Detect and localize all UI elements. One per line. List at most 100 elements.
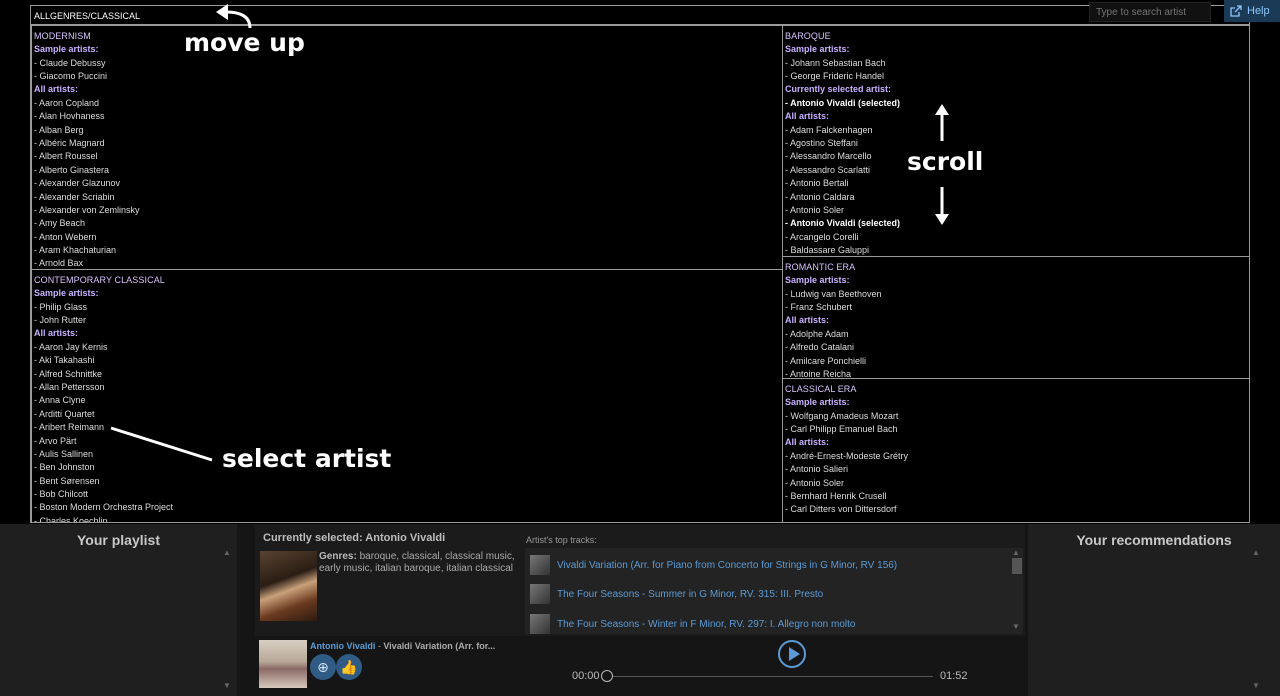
help-label[interactable]: Help — [1247, 5, 1270, 17]
sample-artists-label: Sample artists: — [785, 275, 850, 285]
genre-title[interactable]: MODERNISM — [34, 31, 782, 41]
artist-item[interactable]: - Aaron Jay Kernis — [34, 341, 782, 354]
selected-artist-item[interactable]: - Antonio Vivaldi (selected) — [785, 97, 1249, 110]
artist-item[interactable]: - Antonio Soler — [785, 477, 1249, 490]
artist-item[interactable]: - Carl Philipp Emanuel Bach — [785, 423, 1249, 436]
track-item[interactable]: The Four Seasons - Winter in F Minor, RV… — [530, 614, 855, 634]
selected-artist-item[interactable]: - Antonio Vivaldi (selected) — [785, 217, 1249, 230]
artist-item[interactable]: - Giacomo Puccini — [34, 70, 782, 83]
artist-item[interactable]: - Philip Glass — [34, 301, 782, 314]
chevron-up-icon[interactable]: ▲ — [1012, 548, 1020, 557]
genre-cell-baroque[interactable]: BAROQUE Sample artists: - Johann Sebastia… — [782, 25, 1250, 257]
artist-item[interactable]: - Alexander Glazunov — [34, 177, 782, 190]
track-thumbnail — [530, 614, 550, 634]
artist-item[interactable]: - Antonio Bertali — [785, 177, 1249, 190]
scroll-up-arrow-icon — [935, 104, 949, 141]
chevron-up-icon[interactable]: ▲ — [223, 548, 231, 557]
artist-item[interactable]: - Franz Schubert — [785, 301, 1249, 314]
seek-handle[interactable] — [601, 670, 613, 682]
genre-title[interactable]: ROMANTIC ERA — [785, 262, 1249, 272]
artist-item[interactable]: - Alfredo Catalani — [785, 341, 1249, 354]
artist-item[interactable]: - Anna Clyne — [34, 394, 782, 407]
artist-item[interactable]: - John Rutter — [34, 314, 782, 327]
artist-item[interactable]: - Johann Sebastian Bach — [785, 57, 1249, 70]
artist-item[interactable]: - Alexander von Zemlinsky — [34, 204, 782, 217]
artist-item[interactable]: - André-Ernest-Modeste Grétry — [785, 450, 1249, 463]
artist-item[interactable]: - Anton Webern — [34, 231, 782, 244]
genre-cell-romantic-era[interactable]: ROMANTIC ERA Sample artists: - Ludwig van… — [782, 256, 1250, 379]
artist-item[interactable]: - Alban Berg — [34, 124, 782, 137]
artist-item[interactable]: - Amilcare Ponchielli — [785, 355, 1249, 368]
artist-item[interactable]: - Arditti Quartet — [34, 408, 782, 421]
chevron-down-icon[interactable]: ▼ — [223, 681, 231, 690]
artist-item[interactable]: - Carl Ditters von Dittersdorf — [785, 503, 1249, 516]
artist-item[interactable]: - Alan Hovhaness — [34, 110, 782, 123]
artist-item[interactable]: - Adam Falckenhagen — [785, 124, 1249, 137]
artist-item[interactable]: - Aki Takahashi — [34, 354, 782, 367]
artist-item[interactable]: - Amy Beach — [34, 217, 782, 230]
artist-item[interactable]: - Arcangelo Corelli — [785, 231, 1249, 244]
album-cover — [259, 640, 307, 688]
artist-item[interactable]: - Charles Koechlin — [34, 515, 782, 522]
artist-item[interactable]: - Ludwig van Beethoven — [785, 288, 1249, 301]
chevron-down-icon[interactable]: ▼ — [1252, 681, 1260, 690]
artist-item[interactable]: - Boston Modern Orchestra Project — [34, 501, 782, 514]
top-tracks-label: Artist's top tracks: — [526, 535, 597, 545]
help-button[interactable]: Help — [1224, 0, 1280, 22]
select-artist-pointer-line — [110, 426, 213, 462]
tracks-scrollbar[interactable]: ▲ ▼ — [1011, 548, 1022, 634]
artist-item[interactable]: - Albéric Magnard — [34, 137, 782, 150]
track-name[interactable]: The Four Seasons - Summer in G Minor, RV… — [557, 589, 823, 600]
artist-item[interactable]: - Aram Khachaturian — [34, 244, 782, 257]
all-artists-label: All artists: — [785, 111, 830, 122]
artist-search-input[interactable] — [1089, 2, 1211, 22]
genre-cell-modernism[interactable]: MODERNISM Sample artists: - Claude Debuss… — [31, 25, 783, 270]
artist-item[interactable]: - Adolphe Adam — [785, 328, 1249, 341]
track-item[interactable]: Vivaldi Variation (Arr. for Piano from C… — [530, 555, 897, 575]
add-to-playlist-button[interactable]: ⊕ — [310, 654, 336, 680]
artist-genres: Genres: baroque, classical, classical mu… — [319, 551, 517, 575]
genre-title[interactable]: CONTEMPORARY CLASSICAL — [34, 275, 782, 285]
artist-item[interactable]: - Alberto Ginastera — [34, 164, 782, 177]
like-button[interactable]: 👍 — [336, 654, 362, 680]
external-link-icon — [1230, 5, 1242, 17]
genre-cell-contemporary-classical[interactable]: CONTEMPORARY CLASSICAL Sample artists: - … — [31, 269, 783, 523]
artist-item[interactable]: - Alessandro Marcello — [785, 150, 1249, 163]
artist-item[interactable]: - Claude Debussy — [34, 57, 782, 70]
artist-item[interactable]: - Bob Chilcott — [34, 488, 782, 501]
artist-item[interactable]: - Antonio Soler — [785, 204, 1249, 217]
track-item[interactable]: The Four Seasons - Summer in G Minor, RV… — [530, 584, 823, 604]
artist-item[interactable]: - Antonio Salieri — [785, 463, 1249, 476]
track-thumbnail — [530, 555, 550, 575]
artist-item[interactable]: - Alessandro Scarlatti — [785, 164, 1249, 177]
now-playing: Antonio Vivaldi - Vivaldi Variation (Arr… — [310, 641, 495, 651]
breadcrumb-label[interactable]: ALLGENRES/CLASSICAL — [34, 11, 140, 21]
chevron-down-icon[interactable]: ▼ — [1012, 622, 1020, 631]
artist-item[interactable]: - Bent Sørensen — [34, 475, 782, 488]
bottom-panel: Your playlist ▲ ▼ Currently selected: An… — [0, 524, 1280, 696]
genre-title[interactable]: BAROQUE — [785, 31, 1249, 41]
scrollbar-thumb[interactable] — [1012, 558, 1022, 574]
seek-bar[interactable] — [603, 676, 933, 677]
now-playing-track: Vivaldi Variation (Arr. for... — [383, 641, 496, 651]
now-playing-artist[interactable]: Antonio Vivaldi — [310, 641, 375, 651]
artist-item[interactable]: - Bernhard Henrik Crusell — [785, 490, 1249, 503]
artist-item[interactable]: - Albert Roussel — [34, 150, 782, 163]
genre-title[interactable]: CLASSICAL ERA — [785, 384, 1249, 394]
recommendations-title: Your recommendations — [1076, 532, 1232, 548]
artist-item[interactable]: - Antonio Caldara — [785, 191, 1249, 204]
artist-list: Sample artists: - Claude Debussy - Giacomo… — [34, 43, 782, 269]
artist-item[interactable]: - Agostino Steffani — [785, 137, 1249, 150]
artist-item[interactable]: - Aaron Copland — [34, 97, 782, 110]
artist-item[interactable]: - Wolfgang Amadeus Mozart — [785, 410, 1249, 423]
chevron-up-icon[interactable]: ▲ — [1252, 548, 1260, 557]
artist-item[interactable]: - George Frideric Handel — [785, 70, 1249, 83]
total-time: 01:52 — [940, 670, 968, 682]
artist-item[interactable]: - Alfred Schnittke — [34, 368, 782, 381]
artist-item[interactable]: - Alexander Scriabin — [34, 191, 782, 204]
track-name[interactable]: Vivaldi Variation (Arr. for Piano from C… — [557, 560, 897, 571]
artist-item[interactable]: - Allan Pettersson — [34, 381, 782, 394]
genre-cell-classical-era[interactable]: CLASSICAL ERA Sample artists: - Wolfgang … — [782, 378, 1250, 523]
play-button[interactable] — [778, 640, 806, 668]
track-name[interactable]: The Four Seasons - Winter in F Minor, RV… — [557, 619, 855, 630]
